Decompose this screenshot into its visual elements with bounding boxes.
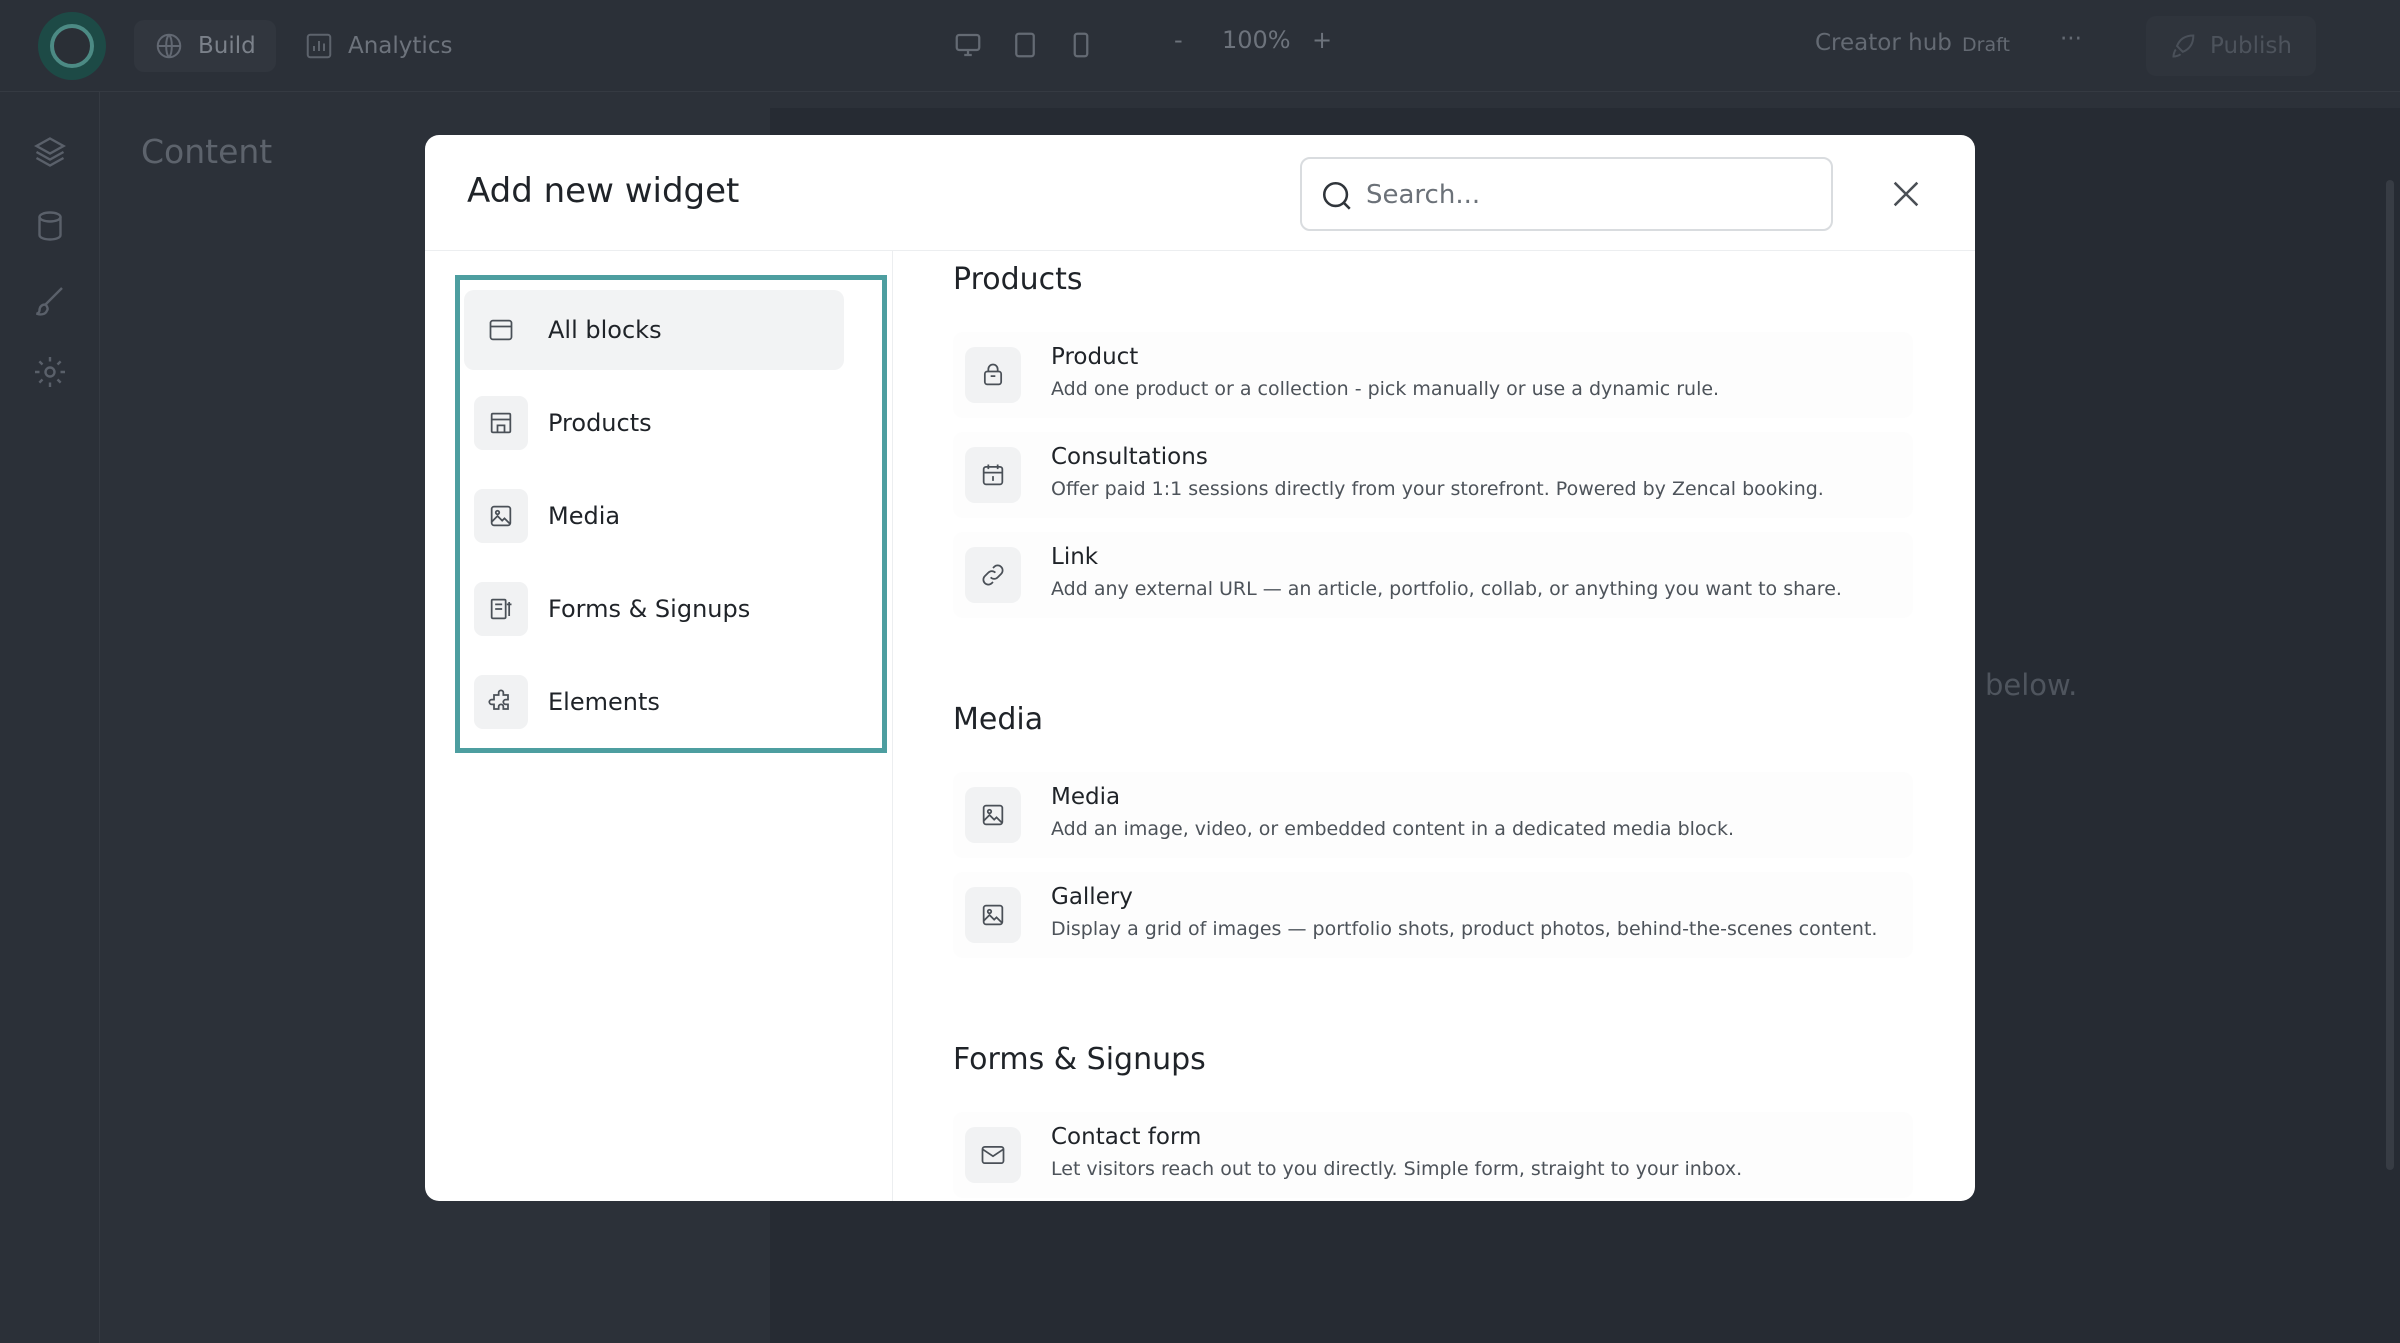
image-icon xyxy=(982,804,1004,826)
canvas-scrollbar[interactable] xyxy=(2386,180,2394,1170)
widget-consultations[interactable]: Consultations Offer paid 1:1 sessions di… xyxy=(953,432,1913,518)
zoom-out-button[interactable]: - xyxy=(1174,26,1183,54)
more-icon[interactable]: ··· xyxy=(2060,26,2082,52)
widget-description: Add any external URL — an article, portf… xyxy=(1051,578,1842,600)
section-title-forms-signups: Forms & Signups xyxy=(953,1042,1206,1077)
calendar-icon xyxy=(982,464,1004,486)
search-input[interactable] xyxy=(1366,171,1816,219)
mail-icon xyxy=(981,1145,1005,1165)
tab-analytics-label: Analytics xyxy=(348,33,453,59)
nav-item-label: Forms & Signups xyxy=(548,595,751,623)
tab-build-label: Build xyxy=(198,33,256,59)
shopping-bag-icon xyxy=(983,363,1003,386)
modal-header: Add new widget xyxy=(425,135,1975,251)
nav-item-elements[interactable]: Elements xyxy=(464,662,844,742)
bar-chart-icon xyxy=(306,33,332,59)
section-title-products: Products xyxy=(953,262,1083,297)
nav-item-label: Elements xyxy=(548,688,660,716)
widget-description: Display a grid of images — portfolio sho… xyxy=(1051,918,1878,940)
brush-icon[interactable] xyxy=(32,282,68,318)
content-panel-title: Content xyxy=(141,132,273,171)
publish-label: Publish xyxy=(2210,33,2292,59)
image-icon xyxy=(982,904,1004,926)
form-icon xyxy=(490,598,512,620)
tab-build[interactable]: Build xyxy=(134,20,276,72)
widget-name: Contact form xyxy=(1051,1124,1202,1150)
tablet-icon[interactable] xyxy=(1010,30,1040,60)
close-icon xyxy=(1893,181,1919,207)
widget-gallery[interactable]: Gallery Display a grid of images — portf… xyxy=(953,872,1913,958)
left-rail xyxy=(0,92,100,1343)
site-name[interactable]: Creator hub xyxy=(1815,30,1952,56)
close-button[interactable] xyxy=(1883,171,1929,217)
tab-analytics[interactable]: Analytics xyxy=(284,20,472,72)
widget-product[interactable]: Product Add one product or a collection … xyxy=(953,332,1913,418)
layout-icon xyxy=(489,319,513,341)
nav-item-all-blocks[interactable]: All blocks xyxy=(464,290,844,370)
widget-contact-form[interactable]: Contact form Let visitors reach out to y… xyxy=(953,1112,1913,1198)
search-icon xyxy=(1322,181,1351,210)
widget-name: Media xyxy=(1051,784,1121,810)
widget-media[interactable]: Media Add an image, video, or embedded c… xyxy=(953,772,1913,858)
widget-name: Consultations xyxy=(1051,444,1208,470)
mobile-icon[interactable] xyxy=(1066,30,1096,60)
category-nav: All blocks Products Media Forms & Signup… xyxy=(425,251,893,1201)
store-icon xyxy=(490,412,512,434)
settings-icon[interactable] xyxy=(32,354,68,390)
widget-description: Offer paid 1:1 sessions directly from yo… xyxy=(1051,478,1824,500)
image-icon xyxy=(490,505,512,527)
nav-item-media[interactable]: Media xyxy=(464,476,844,556)
top-bar: Build Analytics - 100% + Creator hub Dra… xyxy=(0,0,2400,92)
publish-button[interactable]: Publish xyxy=(2146,16,2316,76)
nav-item-products[interactable]: Products xyxy=(464,383,844,463)
rocket-icon xyxy=(2172,34,2195,58)
widget-name: Link xyxy=(1051,544,1099,570)
nav-item-forms-signups[interactable]: Forms & Signups xyxy=(464,569,844,649)
widget-description: Add an image, video, or embedded content… xyxy=(1051,818,1735,840)
layers-icon[interactable] xyxy=(32,134,68,170)
search-field[interactable] xyxy=(1300,157,1833,231)
app-logo[interactable] xyxy=(38,12,106,80)
zoom-level: 100% xyxy=(1222,26,1291,54)
puzzle-icon xyxy=(488,689,509,710)
zoom-in-button[interactable]: + xyxy=(1312,26,1332,54)
modal-title: Add new widget xyxy=(467,171,740,211)
nav-item-label: All blocks xyxy=(548,316,662,344)
widget-name: Product xyxy=(1051,344,1139,370)
widget-link[interactable]: Link Add any external URL — an article, … xyxy=(953,532,1913,618)
status-badge: Draft xyxy=(1962,34,2010,56)
globe-icon xyxy=(156,33,182,59)
widget-list: Products Product Add one product or a co… xyxy=(894,251,1975,1201)
widget-description: Add one product or a collection - pick m… xyxy=(1051,378,1720,400)
widget-name: Gallery xyxy=(1051,884,1133,910)
link-icon xyxy=(982,564,1004,586)
section-title-media: Media xyxy=(953,702,1044,737)
canvas-hint: below. xyxy=(1985,668,2078,702)
nav-item-label: Media xyxy=(548,502,621,530)
desktop-icon[interactable] xyxy=(953,30,983,60)
widget-description: Let visitors reach out to you directly. … xyxy=(1051,1158,1743,1180)
database-icon[interactable] xyxy=(32,208,68,244)
nav-item-label: Products xyxy=(548,409,652,437)
